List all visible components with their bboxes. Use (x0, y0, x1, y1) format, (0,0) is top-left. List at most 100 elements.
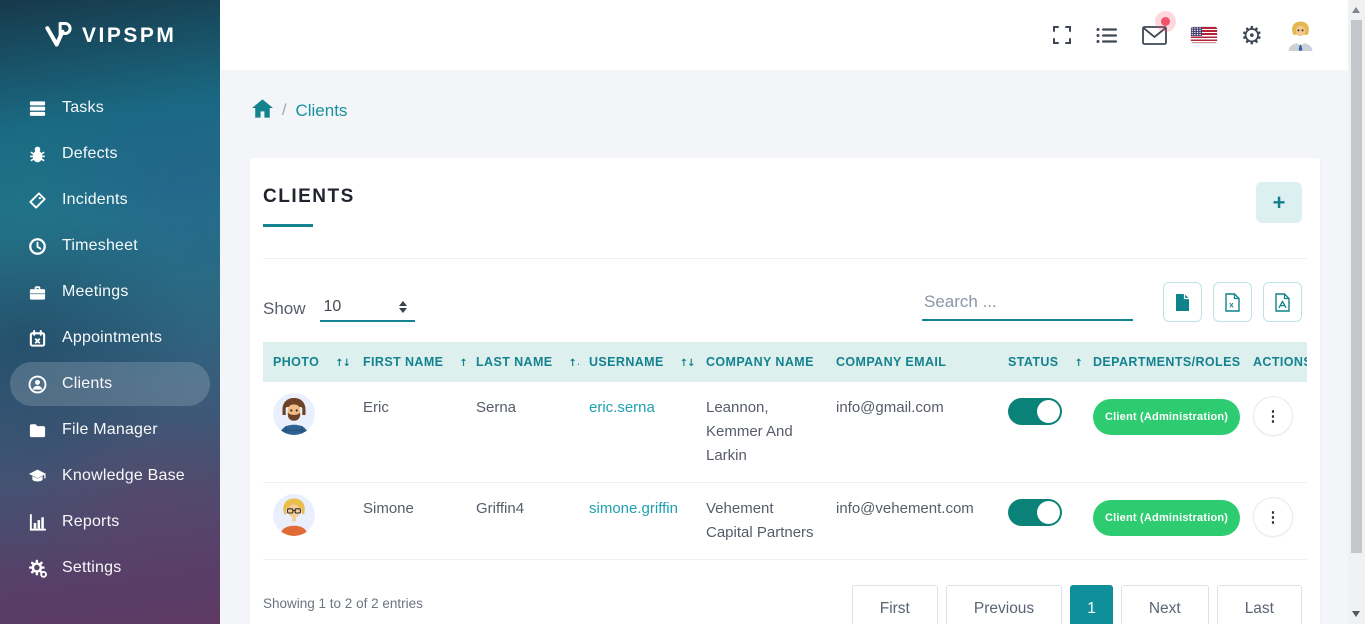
sidebar-item-label: Timesheet (62, 237, 138, 255)
sidebar-item-label: Clients (62, 375, 112, 393)
app-window: VIPSPM Tasks Defects Incidents (0, 0, 1365, 624)
sidebar-item-label: Settings (62, 559, 121, 577)
column-header-actions[interactable]: ACTIONS (1243, 342, 1307, 382)
sidebar-item-reports[interactable]: Reports (10, 500, 210, 544)
sort-icon[interactable]: ↑↓ (1075, 358, 1083, 369)
fullscreen-icon[interactable] (1052, 25, 1072, 45)
search-input[interactable] (922, 288, 1133, 321)
column-header-photo[interactable]: PHOTO↑↓ (263, 342, 353, 382)
sidebar-item-knowledge-base[interactable]: Knowledge Base (10, 454, 210, 498)
username-link[interactable]: simone.griffin (589, 500, 678, 517)
column-header-company-name[interactable]: COMPANY NAME (696, 342, 826, 382)
sidebar-item-label: Incidents (62, 191, 128, 209)
brand-name: VIPSPM (82, 24, 176, 48)
file-excel-icon[interactable]: x (1213, 282, 1252, 322)
profile-avatar[interactable] (1287, 20, 1314, 51)
page-size-select[interactable]: 10 (320, 298, 415, 322)
pagination-next-button[interactable]: Next (1121, 585, 1209, 624)
kebab-menu-icon[interactable]: ⋮ (1253, 396, 1293, 436)
vertical-scrollbar[interactable] (1348, 0, 1365, 624)
incidents-icon (28, 191, 62, 210)
pagination-first-button[interactable]: First (852, 585, 938, 624)
table-summary: Showing 1 to 2 of 2 entries (263, 596, 423, 611)
timesheet-icon (28, 237, 62, 256)
sidebar-item-label: Tasks (62, 99, 104, 117)
cell-company-email: info@gmail.com (826, 382, 998, 483)
avatar-simone[interactable] (273, 494, 315, 536)
column-header-first-name[interactable]: FIRST NAME↑↓ (353, 342, 466, 382)
breadcrumb-current[interactable]: Clients (295, 101, 347, 121)
clients-table: PHOTO↑↓ FIRST NAME↑↓ LAST NAME↑↓ USERNAM… (263, 342, 1307, 560)
sidebar-item-incidents[interactable]: Incidents (10, 178, 210, 222)
title-underline (263, 224, 313, 227)
defects-icon (28, 145, 62, 164)
pagination-previous-button[interactable]: Previous (946, 585, 1062, 624)
sidebar-item-appointments[interactable]: Appointments (10, 316, 210, 360)
sidebar-nav: Tasks Defects Incidents Timesheet (0, 86, 220, 590)
sidebar-item-tasks[interactable]: Tasks (10, 86, 210, 130)
add-client-button[interactable]: + (1256, 182, 1302, 223)
sidebar-item-meetings[interactable]: Meetings (10, 270, 210, 314)
cell-company-name: Leannon, Kemmer And Larkin (696, 382, 826, 483)
sidebar-item-label: Reports (62, 513, 119, 531)
sort-icon[interactable]: ↑↓ (335, 358, 350, 369)
clients-card: CLIENTS + Show 10 x (250, 158, 1320, 624)
list-icon[interactable] (1096, 27, 1118, 44)
sort-icon[interactable]: ↑↓ (680, 358, 695, 369)
sidebar-item-label: Appointments (62, 329, 162, 347)
file-manager-icon (28, 421, 62, 440)
column-header-last-name[interactable]: LAST NAME↑↓ (466, 342, 579, 382)
us-flag-icon[interactable] (1191, 27, 1217, 43)
meetings-icon (28, 283, 62, 302)
appointments-icon (28, 329, 62, 348)
scrollbar-thumb[interactable] (1351, 20, 1362, 553)
table-row: Simone Griffin4 simone.griffin Vehement … (263, 483, 1307, 560)
sidebar-item-defects[interactable]: Defects (10, 132, 210, 176)
cell-last-name: Griffin4 (466, 483, 579, 560)
vipspm-logo-icon (44, 20, 74, 53)
settings-icon (28, 559, 62, 578)
file-copy-icon[interactable] (1163, 282, 1202, 322)
divider (263, 258, 1307, 259)
status-toggle[interactable] (1008, 499, 1062, 526)
column-header-departments-roles[interactable]: DEPARTMENTS/ROLES (1083, 342, 1243, 382)
settings-gear-icon[interactable]: ⚙ (1241, 23, 1263, 48)
breadcrumb: / Clients (252, 99, 347, 123)
home-icon[interactable] (252, 99, 273, 123)
scroll-down-icon[interactable] (1352, 611, 1360, 617)
username-link[interactable]: eric.serna (589, 399, 655, 416)
sidebar: VIPSPM Tasks Defects Incidents (0, 0, 220, 624)
column-header-username[interactable]: USERNAME↑↓ (579, 342, 696, 382)
role-badge: Client (Administration) (1093, 399, 1240, 435)
file-pdf-icon[interactable] (1263, 282, 1302, 322)
knowledge-base-icon (28, 467, 62, 486)
avatar-eric[interactable] (273, 393, 315, 435)
sidebar-item-settings[interactable]: Settings (10, 546, 210, 590)
sort-icon[interactable]: ↑↓ (459, 358, 466, 369)
column-header-company-email[interactable]: COMPANY EMAIL (826, 342, 998, 382)
pagination-page-1-button[interactable]: 1 (1070, 585, 1113, 624)
export-buttons: x (1163, 282, 1302, 322)
sidebar-item-label: Meetings (62, 283, 129, 301)
status-toggle[interactable] (1008, 398, 1062, 425)
column-header-status[interactable]: STATUS↑↓ (998, 342, 1083, 382)
cell-last-name: Serna (466, 382, 579, 483)
page-size-value: 10 (324, 298, 342, 315)
cell-first-name: Simone (353, 483, 466, 560)
sidebar-item-label: Defects (62, 145, 118, 163)
cell-company-name: Vehement Capital Partners (696, 483, 826, 560)
mail-icon[interactable] (1142, 26, 1167, 45)
tasks-icon (28, 99, 62, 118)
scroll-up-icon[interactable] (1352, 7, 1360, 13)
clients-icon (28, 375, 62, 394)
sort-icon[interactable]: ↑↓ (569, 358, 579, 369)
topbar: ⚙ (220, 0, 1348, 70)
kebab-menu-icon[interactable]: ⋮ (1253, 497, 1293, 537)
cell-company-email: info@vehement.com (826, 483, 998, 560)
brand-logo[interactable]: VIPSPM (0, 0, 220, 72)
sidebar-item-clients[interactable]: Clients (10, 362, 210, 406)
sidebar-item-file-manager[interactable]: File Manager (10, 408, 210, 452)
sidebar-item-timesheet[interactable]: Timesheet (10, 224, 210, 268)
pagination-last-button[interactable]: Last (1217, 585, 1302, 624)
select-arrows-icon (399, 301, 407, 313)
